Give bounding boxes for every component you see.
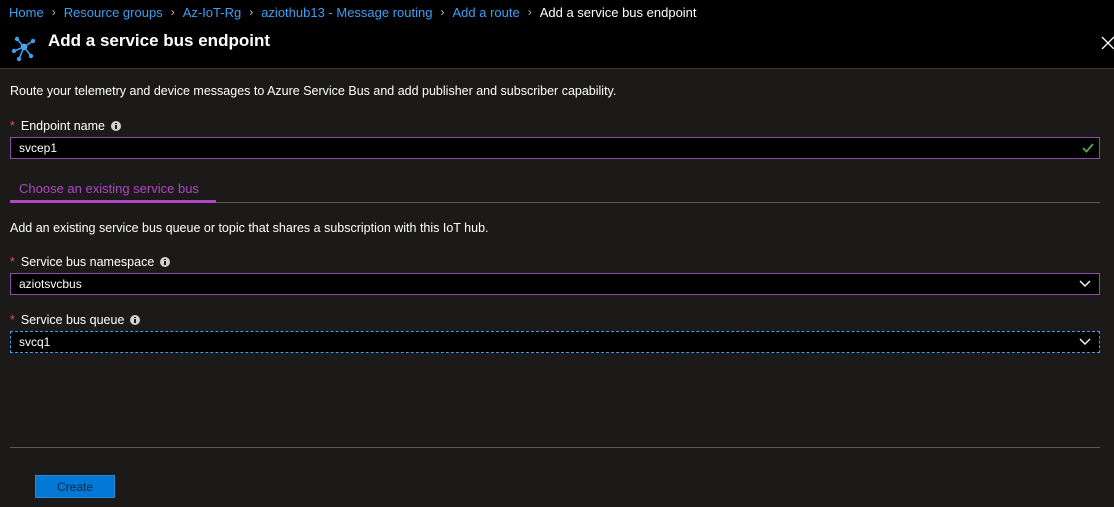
endpoint-name-label-text: Endpoint name xyxy=(20,119,105,133)
info-icon[interactable] xyxy=(130,315,141,325)
namespace-label: * Service bus namespace xyxy=(10,255,171,269)
namespace-value: aziotsvcbus xyxy=(19,277,82,291)
form-description: Route your telemetry and device messages… xyxy=(10,84,617,98)
breadcrumb-separator-icon: › xyxy=(51,5,56,19)
page-title: Add a service bus endpoint xyxy=(48,31,270,50)
service-bus-icon xyxy=(11,36,36,62)
namespace-label-text: Service bus namespace xyxy=(20,255,155,269)
queue-label: * Service bus queue xyxy=(10,313,141,327)
queue-label-text: Service bus queue xyxy=(20,313,125,327)
required-marker: * xyxy=(10,255,15,269)
chevron-down-icon xyxy=(1079,338,1091,345)
blade-header: Add a service bus endpoint xyxy=(0,24,1114,68)
tab-active-underline xyxy=(10,200,216,203)
footer-divider xyxy=(10,447,1100,448)
breadcrumb-home[interactable]: Home xyxy=(9,5,44,20)
breadcrumb-separator-icon: › xyxy=(249,5,254,19)
breadcrumb-message-routing[interactable]: aziothub13 - Message routing xyxy=(261,5,432,20)
breadcrumb-separator-icon: › xyxy=(440,5,445,19)
endpoint-name-input[interactable]: svcep1 xyxy=(10,137,1100,159)
tab-divider xyxy=(216,202,1100,203)
header-divider xyxy=(0,68,1114,69)
breadcrumb-separator-icon: › xyxy=(527,5,532,19)
breadcrumb-current: Add a service bus endpoint xyxy=(539,4,697,20)
info-icon[interactable] xyxy=(160,257,171,267)
queue-value: svcq1 xyxy=(19,335,51,349)
check-icon xyxy=(1082,143,1094,153)
close-icon[interactable] xyxy=(1100,35,1114,49)
endpoint-name-label: * Endpoint name xyxy=(10,119,121,133)
breadcrumb: Home › Resource groups › Az-IoT-Rg › azi… xyxy=(0,0,1114,24)
namespace-select[interactable]: aziotsvcbus xyxy=(10,273,1100,295)
breadcrumb-add-route[interactable]: Add a route xyxy=(452,5,519,20)
tab-description: Add an existing service bus queue or top… xyxy=(10,221,489,235)
required-marker: * xyxy=(10,313,15,327)
required-marker: * xyxy=(10,119,15,133)
breadcrumb-resource-group[interactable]: Az-IoT-Rg xyxy=(183,5,242,20)
endpoint-name-value: svcep1 xyxy=(19,141,58,155)
create-button[interactable]: Create xyxy=(35,475,115,498)
info-icon[interactable] xyxy=(110,121,121,131)
breadcrumb-resource-groups[interactable]: Resource groups xyxy=(64,5,163,20)
queue-select[interactable]: svcq1 xyxy=(10,331,1100,353)
chevron-down-icon xyxy=(1079,280,1091,287)
breadcrumb-separator-icon: › xyxy=(170,5,175,19)
